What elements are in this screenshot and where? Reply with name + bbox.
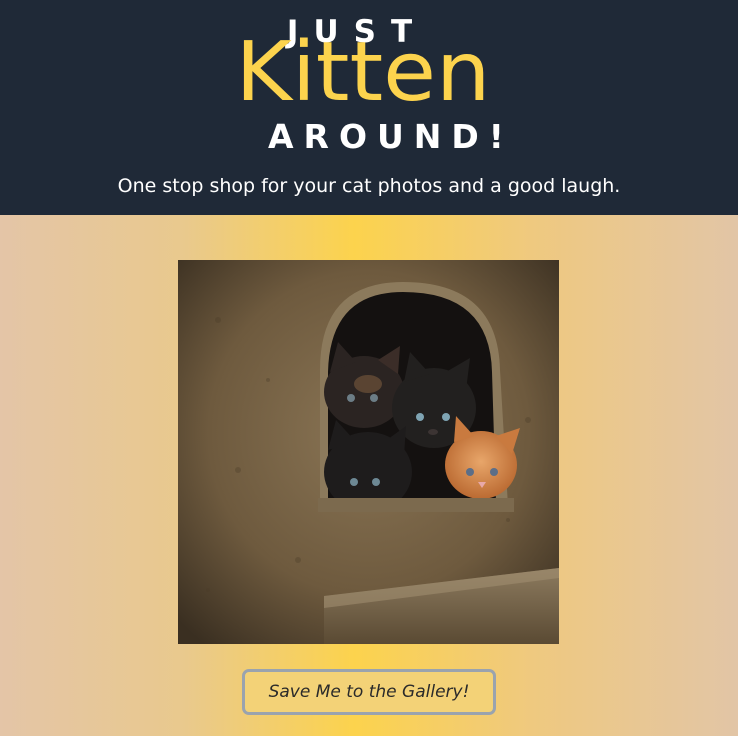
logo-line-around: AROUND! <box>268 117 514 156</box>
kitten-photo <box>178 260 559 644</box>
logo-kitten-text: Kitten <box>236 25 491 120</box>
site-header: JUST Kitten AROUND! One stop shop for yo… <box>0 0 738 215</box>
tagline: One stop shop for your cat photos and a … <box>117 175 621 197</box>
site-logo: JUST Kitten AROUND! <box>0 0 738 170</box>
kitten-photo-image <box>178 260 559 644</box>
save-to-gallery-button[interactable]: Save Me to the Gallery! <box>242 669 496 715</box>
logo-line-kitten: Kitten <box>228 20 498 120</box>
